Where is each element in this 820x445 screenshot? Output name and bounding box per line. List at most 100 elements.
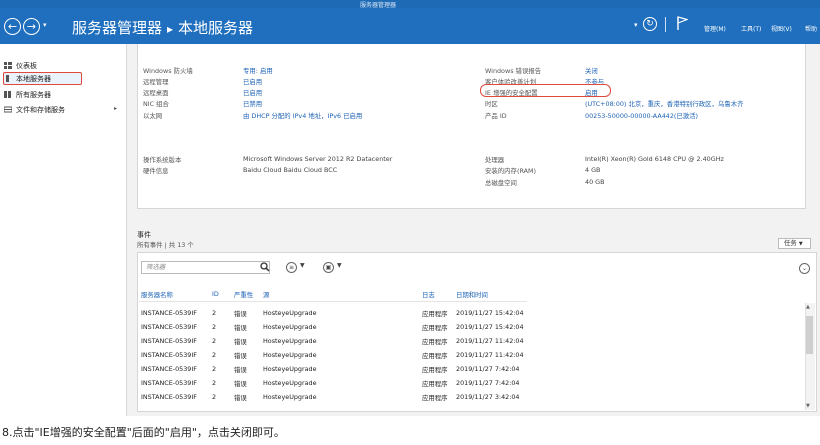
cell-source[interactable]: HosteyeUpgrade — [263, 309, 317, 317]
prop-label-nic-teaming: NIC 组合 — [143, 100, 169, 108]
cell-id[interactable]: 2 — [212, 365, 216, 373]
prop-value-firewall[interactable]: 专用: 启用 — [243, 66, 273, 75]
filter-options-icon[interactable]: ≡ — [286, 262, 297, 273]
save-query-dropdown-icon[interactable]: ▼ — [337, 262, 342, 269]
prop-label-product-id: 产品 ID — [485, 112, 507, 120]
cell-severity[interactable]: 错误 — [234, 379, 247, 388]
breadcrumb-root[interactable]: 服务器管理器 — [72, 19, 162, 37]
scroll-up-icon[interactable]: ▲ — [806, 304, 810, 310]
cell-source[interactable]: HosteyeUpgrade — [263, 365, 317, 373]
cell-datetime[interactable]: 2019/11/27 3:42:04 — [456, 393, 520, 401]
prop-value-disk: 40 GB — [585, 178, 605, 186]
cell-source[interactable]: HosteyeUpgrade — [263, 337, 317, 345]
cell-log[interactable]: 应用程序 — [422, 323, 448, 332]
column-log[interactable]: 日志 — [422, 290, 435, 299]
cell-severity[interactable]: 错误 — [234, 337, 247, 346]
filter-options-dropdown-icon[interactable]: ▼ — [300, 262, 305, 269]
filter-input[interactable]: 筛选器 — [141, 261, 270, 274]
column-id[interactable]: ID — [212, 290, 219, 298]
cell-server-name[interactable]: INSTANCE-0539IF — [141, 365, 197, 373]
sidebar-item-dashboard[interactable]: 仪表板 — [4, 61, 122, 73]
menu-help[interactable]: 帮助 — [805, 24, 817, 33]
cell-datetime[interactable]: 2019/11/27 11:42:04 — [456, 337, 524, 345]
search-icon[interactable] — [260, 262, 270, 274]
cell-severity[interactable]: 错误 — [234, 323, 247, 332]
prop-value-product-id[interactable]: 00253-50000-00000-AA442(已激活) — [585, 111, 698, 120]
collapse-chevron-icon[interactable]: ⌄ — [799, 263, 810, 274]
prop-value-remote-desktop[interactable]: 已启用 — [243, 88, 262, 97]
breadcrumb-current: 本地服务器 — [178, 19, 254, 37]
cell-severity[interactable]: 错误 — [234, 309, 247, 318]
cell-datetime[interactable]: 2019/11/27 15:42:04 — [456, 309, 524, 317]
cell-log[interactable]: 应用程序 — [422, 351, 448, 360]
cell-source[interactable]: HosteyeUpgrade — [263, 379, 317, 387]
cell-datetime[interactable]: 2019/11/27 11:42:04 — [456, 351, 524, 359]
sidebar-item-local-server[interactable]: 本地服务器 — [4, 74, 122, 86]
refresh-dropdown-icon[interactable]: ▾ — [634, 21, 638, 29]
prop-value-nic-teaming[interactable]: 已禁用 — [243, 99, 262, 108]
cell-source[interactable]: HosteyeUpgrade — [263, 323, 317, 331]
sidebar-item-file-storage[interactable]: 文件和存储服务 — [3, 105, 122, 117]
cell-source[interactable]: HosteyeUpgrade — [263, 393, 317, 401]
cell-source[interactable]: HosteyeUpgrade — [263, 351, 317, 359]
cell-id[interactable]: 2 — [212, 323, 216, 331]
cell-server-name[interactable]: INSTANCE-0539IF — [141, 323, 197, 331]
header-divider — [665, 17, 666, 32]
cell-log[interactable]: 应用程序 — [422, 379, 448, 388]
chevron-down-icon: ▼ — [798, 241, 803, 247]
prop-value-timezone[interactable]: (UTC+08:00) 北京，重庆，香港特别行政区，乌鲁木齐 — [585, 99, 744, 108]
properties-panel — [137, 44, 806, 209]
cell-severity[interactable]: 错误 — [234, 351, 247, 360]
cell-severity[interactable]: 错误 — [234, 393, 247, 402]
cell-server-name[interactable]: INSTANCE-0539IF — [141, 309, 197, 317]
events-subtitle: 所有事件 | 共 13 个 — [137, 241, 194, 249]
forward-arrow-icon[interactable]: → — [23, 18, 40, 35]
column-severity[interactable]: 严重性 — [234, 290, 253, 299]
chevron-right-icon[interactable]: ▸ — [114, 105, 117, 112]
cell-datetime[interactable]: 2019/11/27 7:42:04 — [456, 365, 520, 373]
menu-view[interactable]: 视图(V) — [771, 24, 792, 33]
cell-id[interactable]: 2 — [212, 337, 216, 345]
cell-severity[interactable]: 错误 — [234, 365, 247, 374]
history-dropdown-icon[interactable]: ▾ — [43, 21, 47, 29]
servers-icon — [4, 91, 12, 98]
menu-tools[interactable]: 工具(T) — [741, 24, 761, 33]
cell-server-name[interactable]: INSTANCE-0539IF — [141, 351, 197, 359]
prop-label-timezone: 时区 — [485, 100, 498, 108]
table-header-divider — [139, 301, 527, 302]
window-titlebar — [0, 0, 820, 8]
breadcrumb-separator: ▸ — [167, 22, 174, 36]
cell-id[interactable]: 2 — [212, 351, 216, 359]
back-arrow-icon[interactable]: ← — [4, 18, 21, 35]
cell-id[interactable]: 2 — [212, 309, 216, 317]
column-server-name[interactable]: 服务器名称 — [141, 290, 173, 299]
menu-manage[interactable]: 管理(M) — [704, 24, 726, 33]
scroll-down-icon[interactable]: ▼ — [806, 403, 810, 409]
cell-log[interactable]: 应用程序 — [422, 309, 448, 318]
cell-server-name[interactable]: INSTANCE-0539IF — [141, 393, 197, 401]
cell-datetime[interactable]: 2019/11/27 7:42:04 — [456, 379, 520, 387]
save-query-icon[interactable]: ▣ — [323, 262, 334, 273]
scrollbar-thumb[interactable] — [806, 316, 813, 354]
prop-value-remote-mgmt[interactable]: 已启用 — [243, 77, 262, 86]
cell-datetime[interactable]: 2019/11/27 15:42:04 — [456, 323, 524, 331]
prop-label-firewall: Windows 防火墙 — [143, 67, 193, 75]
refresh-icon[interactable]: ↻ — [643, 17, 657, 31]
cell-server-name[interactable]: INSTANCE-0539IF — [141, 379, 197, 387]
prop-label-ethernet: 以太网 — [143, 112, 163, 120]
sidebar-item-all-servers[interactable]: 所有服务器 — [4, 90, 122, 102]
cell-log[interactable]: 应用程序 — [422, 337, 448, 346]
prop-value-ethernet[interactable]: 由 DHCP 分配的 IPv4 地址，IPv6 已启用 — [243, 111, 362, 120]
cell-log[interactable]: 应用程序 — [422, 393, 448, 402]
column-datetime[interactable]: 日期和时间 — [456, 290, 488, 299]
cell-server-name[interactable]: INSTANCE-0539IF — [141, 337, 197, 345]
prop-value-ie-esc[interactable]: 启用 — [585, 88, 598, 97]
tasks-button[interactable]: 任务 ▼ — [778, 238, 811, 249]
prop-label-os: 操作系统版本 — [143, 156, 182, 164]
notification-flag-icon[interactable] — [676, 16, 689, 33]
column-source[interactable]: 源 — [263, 290, 269, 299]
cell-log[interactable]: 应用程序 — [422, 365, 448, 374]
prop-value-error-reporting[interactable]: 关闭 — [585, 66, 598, 75]
cell-id[interactable]: 2 — [212, 393, 216, 401]
cell-id[interactable]: 2 — [212, 379, 216, 387]
